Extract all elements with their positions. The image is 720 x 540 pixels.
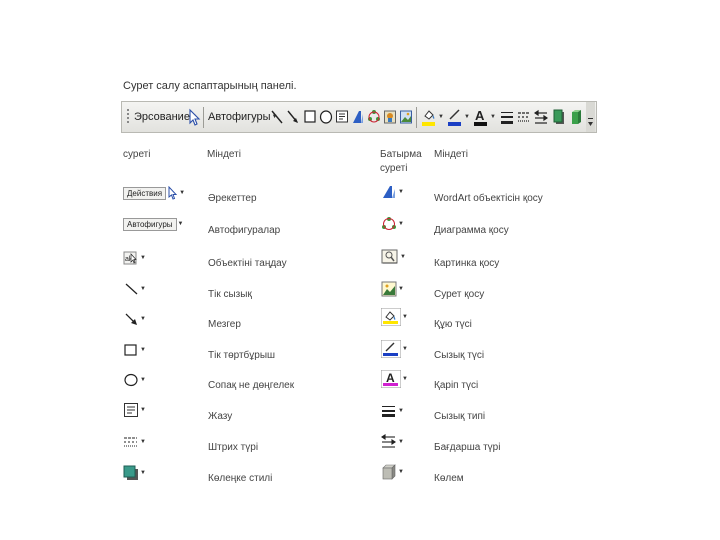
- draw-menu-label: Эрсование: [134, 111, 190, 123]
- row-9-right-text: Көлем: [434, 473, 464, 484]
- dash-style-icon: ▼: [124, 437, 146, 447]
- diagram-button[interactable]: [367, 102, 381, 132]
- rectangle-button[interactable]: [303, 102, 317, 132]
- row-7-right-text: Сызық типі: [434, 411, 486, 422]
- arrow-icon: ▼: [123, 311, 146, 327]
- row-9-left-text: Көлеңке стилі: [208, 473, 273, 484]
- clipart-icon: ▼: [381, 249, 406, 265]
- font-color-button[interactable]: A ▼: [473, 102, 496, 132]
- 3d-style-button[interactable]: [569, 102, 583, 132]
- select-objects-icon: ak ▼: [123, 250, 146, 266]
- row-6-left-text: Сопақ не дөңгелек: [208, 380, 295, 391]
- shadow-style-icon: ▼: [123, 465, 146, 481]
- line-color-button[interactable]: ▼: [447, 102, 470, 132]
- fill-color-button[interactable]: ▼: [421, 102, 444, 132]
- diagram-icon: [368, 110, 380, 123]
- dropdown-arrow-icon: ▼: [464, 114, 470, 120]
- rectangle-icon: [304, 110, 316, 123]
- arrow-button[interactable]: [286, 102, 300, 132]
- svg-text:A: A: [386, 371, 395, 385]
- row-5-right-text: Сызық түсі: [434, 350, 485, 361]
- wordart-button[interactable]: [351, 102, 365, 132]
- oval-icon: [319, 110, 333, 124]
- dropdown-arrow-icon: ▼: [438, 114, 444, 120]
- row-1-right-text: Диаграмма қосу: [434, 225, 509, 236]
- oval-button[interactable]: [319, 102, 333, 132]
- clipart-icon: [384, 110, 396, 124]
- picture-icon: ▼: [381, 281, 404, 297]
- header-right-task: Міндеті: [434, 149, 468, 160]
- row-0-right-text: WordArt объектісін қосу: [434, 193, 543, 204]
- picture-button[interactable]: [399, 102, 413, 132]
- line-icon: ▼: [123, 281, 146, 297]
- row-4-left-text: Мезгер: [208, 319, 241, 330]
- dash-style-button[interactable]: [517, 102, 531, 132]
- line-color-icon: [448, 109, 461, 126]
- line-style-icon: [501, 112, 513, 124]
- textbox-button[interactable]: [335, 102, 349, 132]
- textbox-icon: [336, 110, 348, 123]
- font-color-icon: A ▼: [381, 370, 408, 388]
- dropdown-arrow-icon: ▼: [490, 114, 496, 120]
- row-6-right-text: Қаріп түсі: [434, 380, 479, 391]
- row-4-right-text: Құю түсі: [434, 319, 472, 330]
- row-3-left-text: Тік сызық: [208, 289, 252, 300]
- 3d-style-icon: ▼: [381, 464, 404, 480]
- dash-style-icon: [518, 112, 530, 122]
- row-5-left-text: Тік төртбұрыш: [208, 350, 276, 361]
- row-0-left-text: Әрекеттер: [208, 193, 257, 204]
- autoshapes-menu-icon: Автофигуры ▼: [123, 216, 183, 232]
- clipart-button[interactable]: [383, 102, 397, 132]
- row-3-right-text: Сурет қосу: [434, 289, 485, 300]
- header-right-icon: Батырма суреті: [380, 149, 422, 174]
- autoshapes-menu-button[interactable]: Автофигуры ▼: [208, 102, 278, 132]
- autoshapes-menu-label: Автофигуры: [208, 111, 271, 123]
- row-7-left-text: Жазу: [208, 411, 233, 422]
- toolbar-options-icon[interactable]: [586, 102, 595, 132]
- picture-icon: [400, 110, 412, 124]
- header-left-task: Міндеті: [207, 149, 241, 160]
- row-1-left-text: Автофигуралар: [208, 225, 281, 236]
- header-left-icon: суреті: [123, 149, 151, 160]
- shadow-style-icon: [553, 109, 564, 124]
- fill-color-icon: ▼: [381, 308, 408, 326]
- arrow-style-icon: [534, 109, 548, 124]
- rectangle-icon: ▼: [123, 342, 146, 358]
- cursor-icon: [189, 108, 201, 126]
- select-objects-button[interactable]: [187, 102, 201, 132]
- wordart-icon: [353, 111, 363, 123]
- line-style-icon: ▼: [381, 403, 404, 419]
- oval-icon: ▼: [123, 372, 146, 388]
- wordart-icon: ▼: [381, 184, 404, 200]
- toolbar-grip-icon[interactable]: [126, 102, 130, 132]
- line-icon: [271, 110, 283, 124]
- textbox-icon: ▼: [123, 402, 146, 418]
- actions-menu-icon: Действия ▼: [123, 185, 185, 201]
- arrow-icon: [287, 110, 298, 123]
- arrow-style-button[interactable]: [534, 102, 548, 132]
- line-style-button[interactable]: [500, 102, 514, 132]
- arrow-style-icon: ▼: [381, 434, 404, 450]
- row-2-left-text: Объектіні таңдау: [208, 258, 287, 269]
- row-8-left-text: Штрих түрі: [208, 442, 259, 453]
- 3d-style-icon: [572, 110, 581, 124]
- svg-text:A: A: [475, 108, 485, 123]
- line-button[interactable]: [270, 102, 284, 132]
- page-title: Сурет салу аспаптарының панелі.: [123, 80, 297, 92]
- line-color-icon: ▼: [381, 340, 408, 358]
- row-2-right-text: Картинка қосу: [434, 258, 500, 269]
- fill-color-icon: [422, 110, 435, 126]
- shadow-style-button[interactable]: [552, 102, 566, 132]
- row-8-right-text: Бағдарша түрі: [434, 442, 501, 453]
- diagram-icon: ▼: [381, 216, 404, 232]
- drawing-toolbar: Эрсование ▼ Автофигуры ▼ ▼ ▼: [121, 101, 597, 133]
- font-color-icon: A: [474, 108, 487, 126]
